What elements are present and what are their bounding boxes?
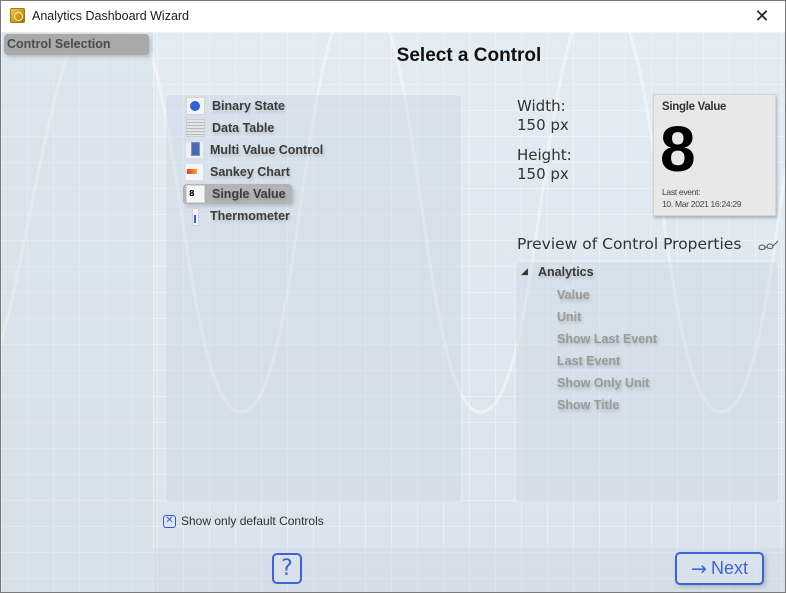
control-item-multi-value-control[interactable]: Multi Value Control	[183, 140, 329, 160]
single-value-icon	[186, 185, 205, 203]
checkbox-checked-icon[interactable]: ✕	[163, 514, 176, 528]
thermometer-icon	[186, 208, 203, 226]
control-item-label: Thermometer	[210, 209, 290, 223]
preview-card-value: 8	[660, 113, 696, 185]
control-item-binary-state[interactable]: Binary State	[183, 96, 291, 116]
control-item-thermometer[interactable]: Thermometer	[183, 206, 296, 226]
height-value: 150 px	[517, 165, 569, 183]
property-item[interactable]: Value	[557, 288, 590, 302]
width-label: Width:	[517, 97, 566, 115]
multi-value-icon	[186, 142, 203, 158]
control-item-label: Sankey Chart	[210, 165, 290, 179]
sankey-chart-icon	[186, 164, 203, 180]
sidebar-item-label: Control Selection	[7, 37, 111, 51]
preview-card-last-event-value: 10. Mar 2021 16:24:29	[662, 199, 742, 209]
next-button[interactable]: → Next	[675, 552, 764, 585]
property-item[interactable]: Show Title	[557, 398, 619, 412]
close-icon: ✕	[754, 6, 770, 27]
title-bar: Analytics Dashboard Wizard ✕	[1, 1, 785, 32]
property-item[interactable]: Show Only Unit	[557, 376, 649, 390]
show-default-controls-toggle[interactable]: ✕ Show only default Controls	[163, 514, 324, 528]
next-button-label: Next	[710, 558, 748, 578]
control-preview-card: Single Value 8 Last event: 10. Mar 2021 …	[653, 94, 776, 216]
control-item-label: Single Value	[212, 187, 286, 201]
control-item-data-table[interactable]: Data Table	[183, 118, 280, 138]
wizard-sidebar: Control Selection	[1, 32, 154, 592]
width-value: 150 px	[517, 116, 569, 134]
window-title: Analytics Dashboard Wizard	[32, 9, 190, 23]
height-label: Height:	[517, 146, 572, 164]
control-item-single-value[interactable]: Single Value	[183, 184, 292, 204]
tree-group-analytics[interactable]: ◢ Analytics	[521, 265, 594, 279]
control-item-label: Data Table	[212, 121, 275, 135]
preview-card-last-event-label: Last event:	[662, 187, 701, 197]
control-item-sankey-chart[interactable]: Sankey Chart	[183, 162, 296, 182]
tree-group-label: Analytics	[538, 265, 594, 279]
close-button[interactable]: ✕	[739, 1, 785, 32]
properties-preview-title: Preview of Control Properties	[517, 235, 742, 253]
page-title: Select a Control	[396, 45, 542, 66]
glasses-icon[interactable]	[758, 239, 780, 251]
property-item[interactable]: Unit	[557, 310, 581, 324]
app-icon	[10, 8, 25, 23]
property-item[interactable]: Show Last Event	[557, 332, 657, 346]
binary-state-icon	[186, 97, 205, 115]
help-button[interactable]: ?	[272, 553, 302, 584]
wizard-window: Analytics Dashboard Wizard ✕ Control Sel…	[0, 0, 786, 593]
wizard-content: Control Selection Select a Control Binar…	[1, 32, 785, 592]
control-item-label: Binary State	[212, 99, 285, 113]
expand-triangle-icon[interactable]: ◢	[521, 267, 538, 277]
control-item-label: Multi Value Control	[210, 143, 324, 157]
data-table-icon	[186, 119, 205, 137]
property-item[interactable]: Last Event	[557, 354, 620, 368]
checkbox-label: Show only default Controls	[181, 514, 324, 528]
help-icon: ?	[281, 556, 293, 581]
arrow-right-icon: →	[691, 557, 707, 580]
sidebar-item-control-selection[interactable]: Control Selection	[4, 34, 149, 55]
preview-card-title: Single Value	[662, 101, 727, 113]
